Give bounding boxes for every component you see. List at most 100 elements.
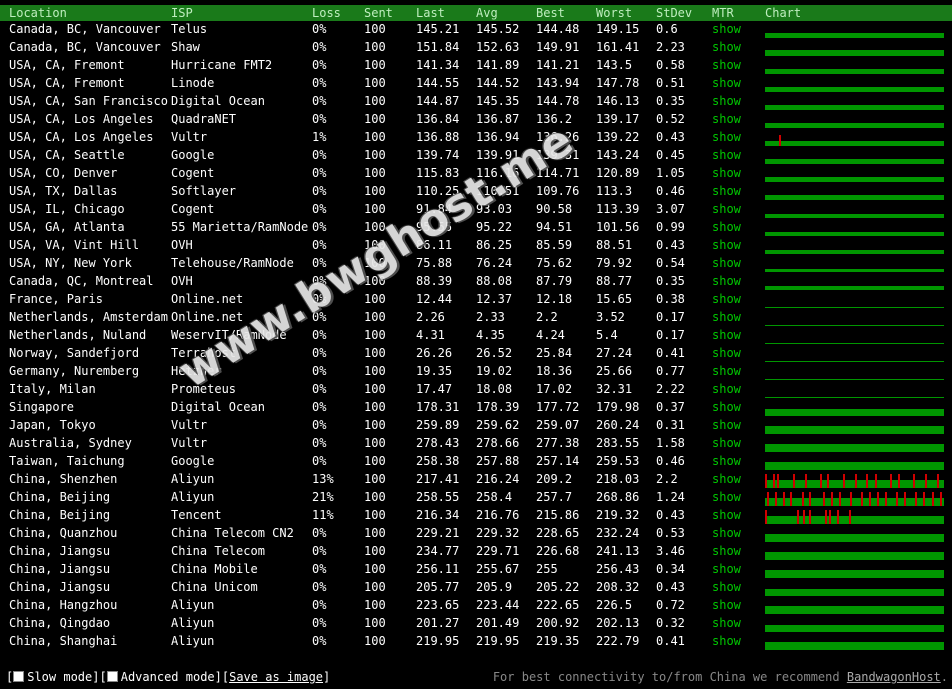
cell-isp: Hetzner [171,364,222,378]
packet-loss-tick [925,474,927,488]
cell-sent: 100 [364,274,386,288]
mtr-show-link[interactable]: show [712,346,741,360]
cell-best: 257.7 [536,490,573,504]
cell-last: 95.55 [416,220,453,234]
slow-mode-checkbox[interactable] [13,671,25,682]
latency-chart-bar [765,642,944,650]
cell-worst: 120.89 [596,166,640,180]
packet-loss-tick [827,474,829,488]
cell-loss: 0% [312,202,327,216]
mtr-show-link[interactable]: show [712,238,741,252]
cell-loss: 0% [312,454,327,468]
mtr-show-link[interactable]: show [712,436,741,450]
cell-worst: 101.56 [596,220,640,234]
mtr-show-link[interactable]: show [712,580,741,594]
cell-avg: 12.37 [476,292,513,306]
cell-avg: 278.66 [476,436,520,450]
cell-isp: Aliyun [171,616,215,630]
mtr-show-link[interactable]: show [712,400,741,414]
mtr-show-link[interactable]: show [712,94,741,108]
cell-best: 90.58 [536,202,573,216]
packet-loss-tick [797,510,799,524]
mtr-show-link[interactable]: show [712,616,741,630]
cell-sent: 100 [364,58,386,72]
packet-loss-tick [831,492,833,506]
mtr-show-link[interactable]: show [712,166,741,180]
cell-isp: Digital Ocean [171,400,265,414]
bandwagonhost-link[interactable]: BandwagonHost [847,670,941,684]
save-as-image-link[interactable]: Save as image [229,670,323,684]
mtr-show-link[interactable]: show [712,382,741,396]
cell-loss: 0% [312,616,327,630]
cell-worst: 27.24 [596,346,633,360]
mtr-show-link[interactable]: show [712,148,741,162]
table-row: USA, CA, Los Angeles Vultr 1% 100 136.88 136.… [0,129,952,147]
cell-loss: 0% [312,22,327,36]
mtr-show-link[interactable]: show [712,220,741,234]
mtr-show-link[interactable]: show [712,256,741,270]
mtr-show-link[interactable]: show [712,490,741,504]
mtr-show-link[interactable]: show [712,112,741,126]
cell-location: USA, CA, Los Angeles [9,130,154,144]
mtr-show-link[interactable]: show [712,328,741,342]
latency-chart-bar [765,325,944,326]
table-row: China, Jiangsu China Telecom 0% 100 234.77 22… [0,543,952,561]
mtr-show-link[interactable]: show [712,58,741,72]
mtr-show-link[interactable]: show [712,76,741,90]
mtr-show-link[interactable]: show [712,130,741,144]
mtr-show-link[interactable]: show [712,364,741,378]
mtr-show-link[interactable]: show [712,418,741,432]
mtr-show-link[interactable]: show [712,472,741,486]
mtr-show-link[interactable]: show [712,526,741,540]
latency-chart-bar [765,589,944,596]
cell-location: Italy, Milan [9,382,96,396]
advanced-mode-checkbox[interactable] [106,671,118,682]
mtr-show-link[interactable]: show [712,292,741,306]
cell-best: 136.26 [536,130,580,144]
latency-chart-bar [765,123,944,128]
mtr-show-link[interactable]: show [712,202,741,216]
mtr-show-link[interactable]: show [712,544,741,558]
cell-avg: 76.24 [476,256,513,270]
cell-stdev: 0.38 [656,292,685,306]
col-stdev: StDev [656,6,693,20]
cell-isp: Digital Ocean [171,94,265,108]
mtr-show-link[interactable]: show [712,598,741,612]
table-row: Netherlands, Amsterdam Online.net 0% 100 2.2… [0,309,952,327]
cell-isp: WeservIT/RamNode [171,328,287,342]
cell-sent: 100 [364,94,386,108]
mtr-show-link[interactable]: show [712,562,741,576]
mtr-show-link[interactable]: show [712,634,741,648]
mtr-show-link[interactable]: show [712,40,741,54]
latency-chart-bar [765,33,944,38]
cell-last: 17.47 [416,382,453,396]
cell-loss: 0% [312,166,327,180]
cell-location: USA, CO, Denver [9,166,118,180]
cell-stdev: 0.51 [656,76,685,90]
mtr-show-link[interactable]: show [712,22,741,36]
cell-avg: 229.32 [476,526,520,540]
table-row: Netherlands, Nuland WeservIT/RamNode 0% 100… [0,327,952,345]
table-row: China, Beijing Tencent 11% 100 216.34 216.76 2… [0,507,952,525]
mtr-show-link[interactable]: show [712,310,741,324]
mtr-show-link[interactable]: show [712,184,741,198]
cell-avg: 201.49 [476,616,520,630]
slow-mode-label[interactable]: Slow mode [27,670,92,684]
cell-worst: 113.3 [596,184,633,198]
mtr-show-link[interactable]: show [712,274,741,288]
cell-sent: 100 [364,382,386,396]
mtr-show-link[interactable]: show [712,454,741,468]
latency-chart-bar [765,307,944,308]
cell-loss: 0% [312,76,327,90]
cell-best: 85.59 [536,238,573,252]
mtr-show-link[interactable]: show [712,508,741,522]
cell-best: 228.65 [536,526,580,540]
cell-last: 217.41 [416,472,460,486]
cell-last: 258.55 [416,490,460,504]
cell-sent: 100 [364,454,386,468]
table-row: China, Quanzhou China Telecom CN2 0% 100 229… [0,525,952,543]
cell-last: 110.25 [416,184,460,198]
advanced-mode-label[interactable]: Advanced mode [121,670,215,684]
cell-location: Canada, BC, Vancouver [9,22,161,36]
cell-worst: 139.22 [596,130,640,144]
